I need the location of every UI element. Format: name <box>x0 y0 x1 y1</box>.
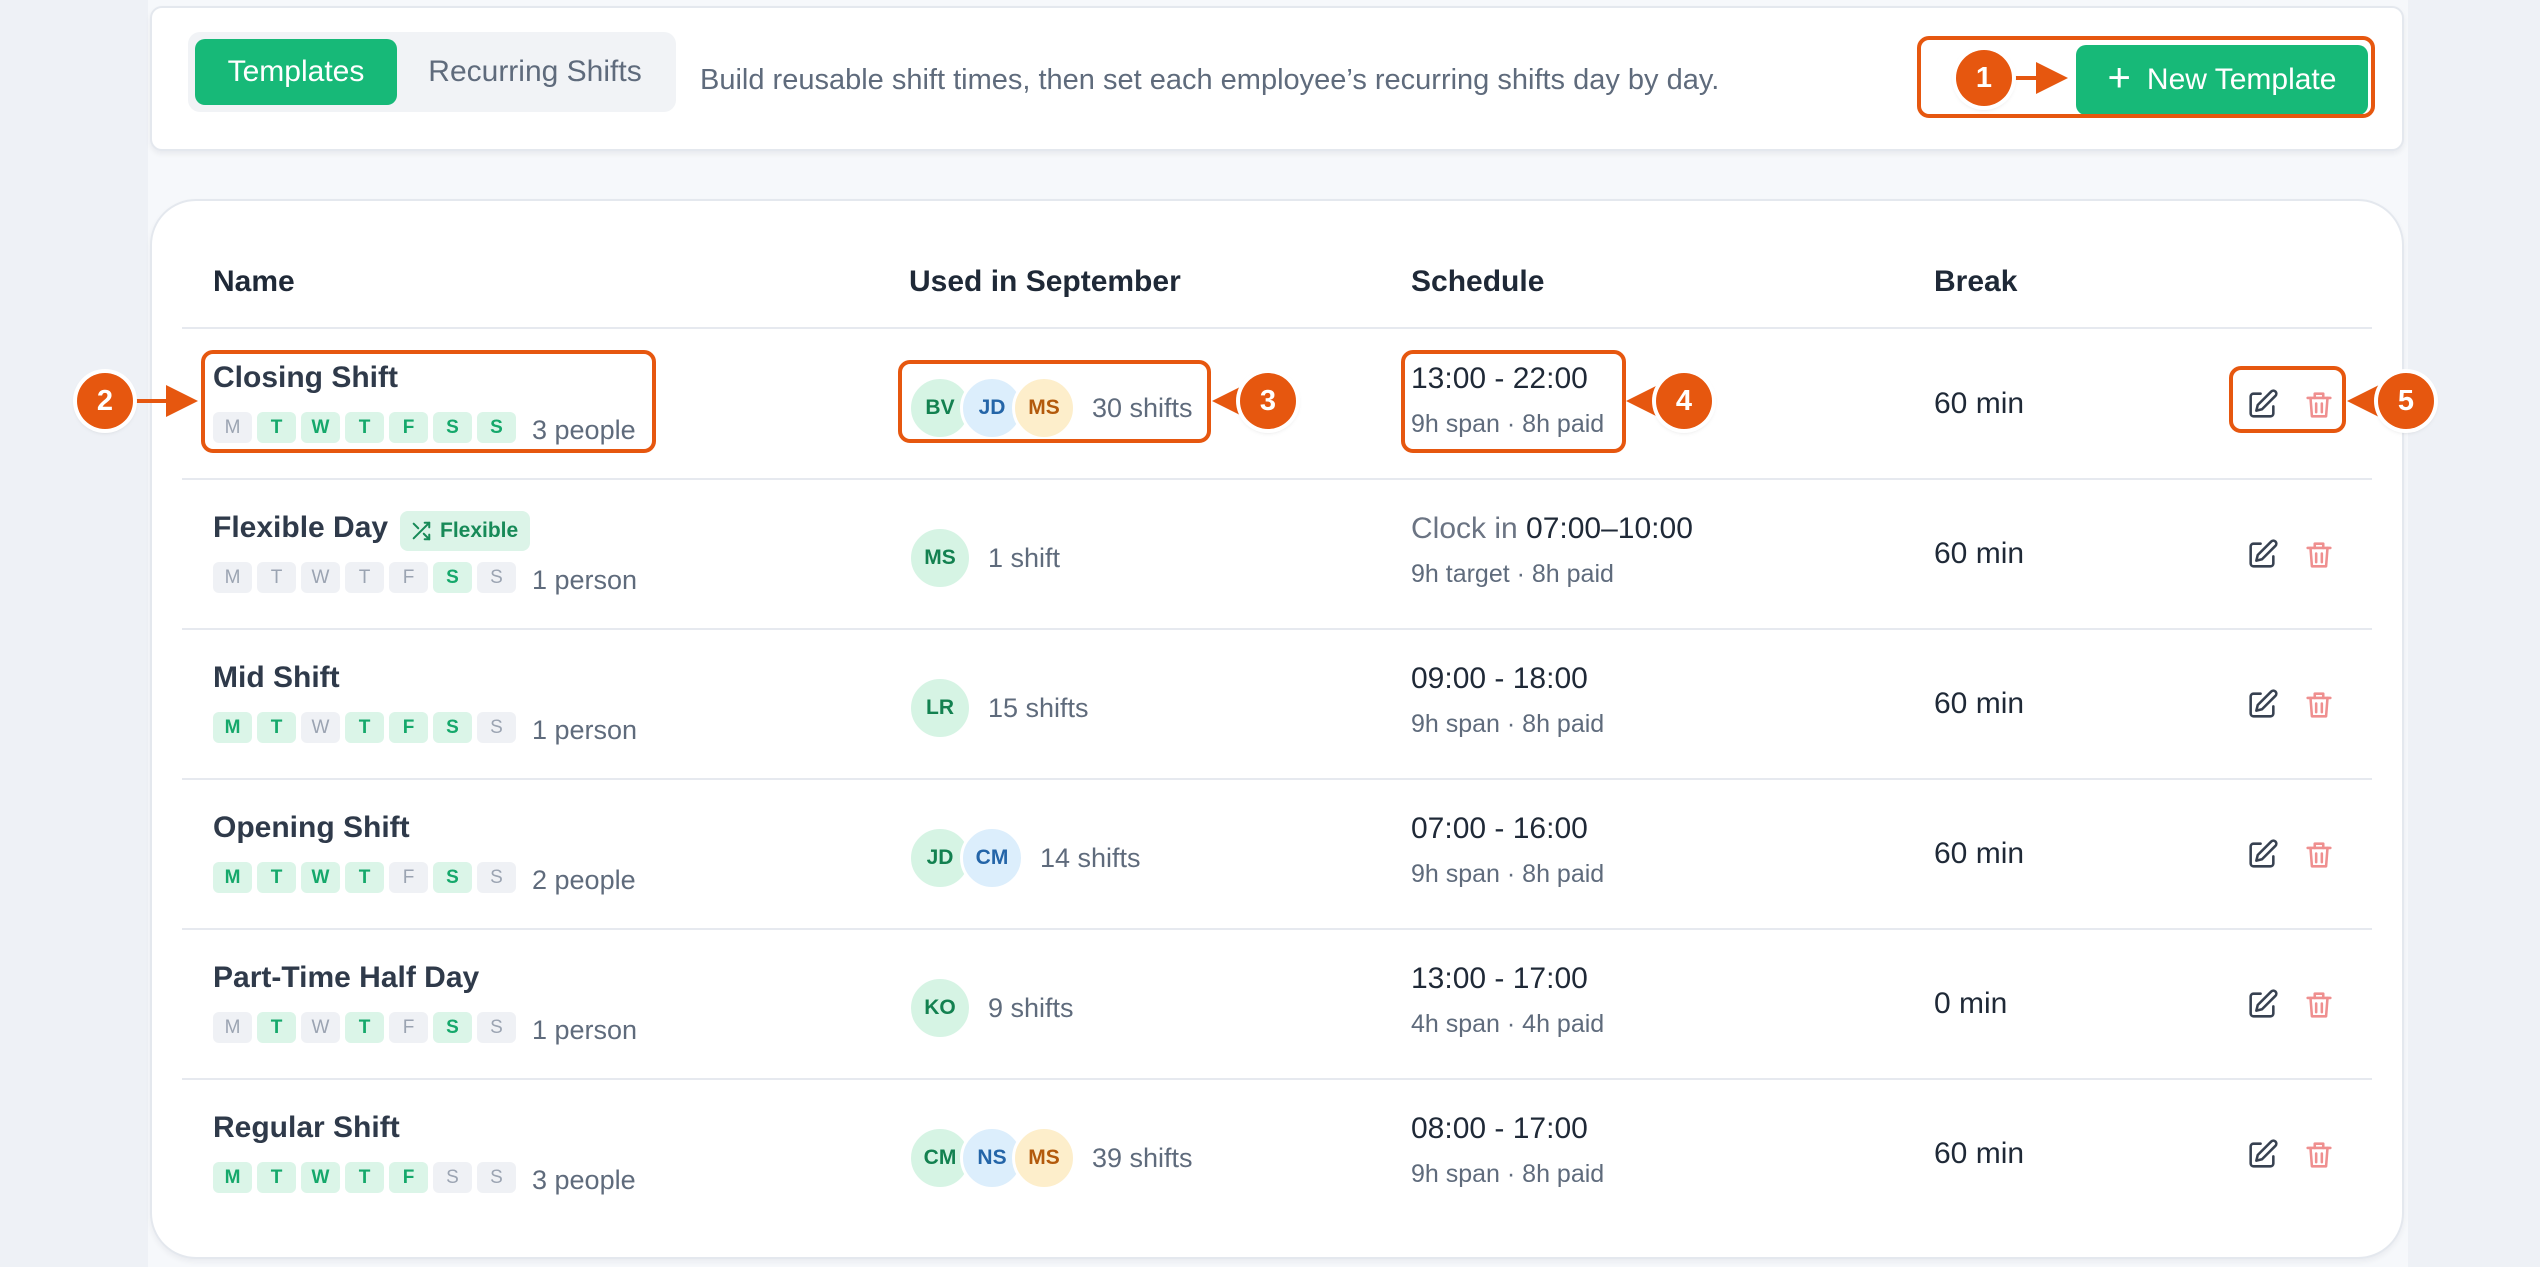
callout-badge-1: 1 <box>1956 50 2012 106</box>
callout-arrows <box>134 62 2379 417</box>
callout-badge-4: 4 <box>1656 373 1712 429</box>
callout-badge-5: 5 <box>2378 373 2434 429</box>
callout-badge-3: 3 <box>1240 373 1296 429</box>
callout-badge-2: 2 <box>77 373 133 429</box>
